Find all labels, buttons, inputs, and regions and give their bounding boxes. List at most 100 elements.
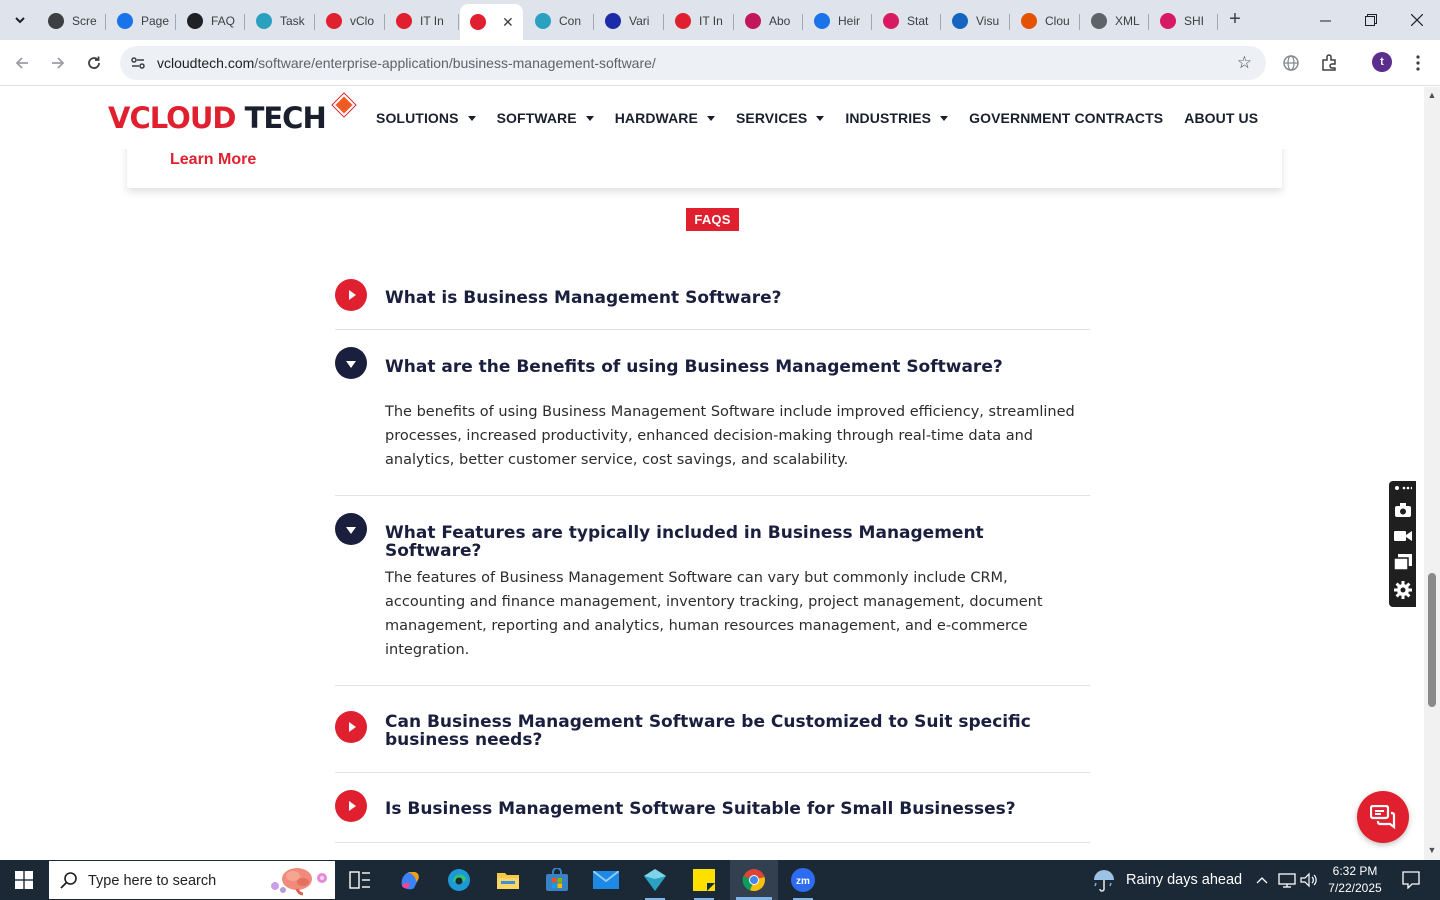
camera-icon[interactable] bbox=[1392, 499, 1413, 520]
browser-tab[interactable]: Page bbox=[107, 6, 176, 36]
cube-app-icon bbox=[644, 869, 666, 891]
page-scrollbar[interactable]: ▲ ▼ bbox=[1424, 87, 1440, 860]
nav-item-software[interactable]: SOFTWARE bbox=[497, 110, 594, 126]
browser-tab-label: IT In bbox=[420, 14, 444, 28]
new-tab-button[interactable]: + bbox=[1224, 8, 1246, 30]
faq-toggle-button[interactable] bbox=[335, 711, 367, 743]
taskbar-search-box[interactable]: Type here to search bbox=[49, 861, 335, 899]
vcloud-diamond-icon bbox=[745, 13, 761, 29]
browser-tab[interactable]: Stat bbox=[873, 6, 941, 36]
nav-item-label: HARDWARE bbox=[614, 110, 698, 126]
nav-item-government-contracts[interactable]: GOVERNMENT CONTRACTS bbox=[969, 110, 1163, 126]
taskbar-zoom[interactable]: zm bbox=[779, 860, 827, 900]
video-camera-icon[interactable] bbox=[1392, 525, 1413, 546]
faq-question[interactable]: Can Business Management Software be Cust… bbox=[385, 713, 1085, 749]
taskbar-store[interactable] bbox=[533, 860, 581, 900]
nav-item-label: SOFTWARE bbox=[496, 110, 577, 126]
tab-separator bbox=[802, 14, 803, 30]
browser-tab[interactable]: IT In bbox=[386, 6, 459, 36]
browser-tab[interactable]: Abo bbox=[735, 6, 803, 36]
browser-tab[interactable]: XML bbox=[1081, 6, 1149, 36]
profile-avatar[interactable]: t bbox=[1372, 52, 1392, 72]
close-tab-icon[interactable]: ✕ bbox=[502, 14, 514, 31]
taskbar-edge[interactable] bbox=[435, 860, 483, 900]
browser-tab[interactable]: vClo bbox=[316, 6, 385, 36]
browser-tab[interactable]: FAQ bbox=[177, 6, 245, 36]
minimize-button[interactable] bbox=[1302, 0, 1348, 40]
tab-search-button[interactable] bbox=[8, 8, 32, 32]
restore-button[interactable] bbox=[1348, 0, 1394, 40]
caret-down-icon bbox=[940, 115, 949, 121]
search-placeholder: Type here to search bbox=[88, 873, 217, 889]
nav-item-solutions[interactable]: SOLUTIONS bbox=[376, 110, 476, 126]
faq-question[interactable]: What is Business Management Software? bbox=[385, 289, 1085, 307]
address-bar[interactable]: vcloudtech.com/software/enterprise-appli… bbox=[120, 46, 1266, 80]
browser-tab[interactable]: Scre bbox=[38, 6, 106, 36]
taskbar-copilot[interactable] bbox=[386, 860, 434, 900]
learn-more-link[interactable]: Learn More bbox=[170, 151, 256, 169]
nav-item-hardware[interactable]: HARDWARE bbox=[615, 110, 715, 126]
browser-tab[interactable]: Visu bbox=[942, 6, 1010, 36]
forward-button[interactable] bbox=[46, 51, 70, 75]
browser-tab[interactable]: Heir bbox=[804, 6, 872, 36]
faq-toggle-button[interactable] bbox=[335, 790, 367, 822]
browser-tab[interactable]: ✕ bbox=[460, 4, 523, 40]
gear-icon[interactable] bbox=[1392, 579, 1413, 600]
close-window-button[interactable] bbox=[1394, 0, 1440, 40]
browser-tab-label: SHI bbox=[1184, 14, 1205, 28]
back-button[interactable] bbox=[10, 51, 34, 75]
browser-tab[interactable]: IT In bbox=[665, 6, 734, 36]
faq-question[interactable]: What Features are typically included in … bbox=[385, 524, 1085, 560]
scroll-up-arrow-icon[interactable]: ▲ bbox=[1427, 90, 1437, 100]
bookmark-star-icon[interactable]: ☆ bbox=[1237, 53, 1252, 73]
nav-item-about-us[interactable]: ABOUT US bbox=[1184, 110, 1258, 126]
faq-toggle-button[interactable] bbox=[335, 279, 367, 311]
task-view-button[interactable] bbox=[336, 860, 384, 900]
taskbar-chrome[interactable] bbox=[730, 860, 778, 900]
taskbar-file-explorer[interactable] bbox=[484, 860, 532, 900]
weather-widget[interactable]: Rainy days ahead bbox=[1092, 860, 1242, 900]
widget-more-icon[interactable] bbox=[1392, 482, 1413, 494]
tray-overflow-button[interactable] bbox=[1252, 860, 1272, 900]
store-icon bbox=[546, 868, 568, 891]
extensions-button[interactable] bbox=[1318, 52, 1340, 74]
live-chat-button[interactable] bbox=[1357, 791, 1409, 843]
taskbar-clock[interactable]: 6:32 PM 7/22/2025 bbox=[1316, 863, 1394, 897]
taskbar-mail[interactable] bbox=[582, 860, 630, 900]
vcloud-tech-logo[interactable]: VCLOUD TECH bbox=[108, 93, 358, 141]
caret-down-icon bbox=[816, 115, 825, 121]
umbrella-rain-icon bbox=[1094, 870, 1114, 892]
caret-down-icon bbox=[467, 115, 476, 121]
browser-menu-button[interactable] bbox=[1407, 52, 1429, 74]
translate-icon[interactable] bbox=[1280, 52, 1302, 74]
browser-tab[interactable]: Task bbox=[246, 6, 315, 36]
site-settings-icon[interactable] bbox=[130, 55, 146, 71]
notification-icon bbox=[1402, 871, 1420, 889]
reload-button[interactable] bbox=[82, 51, 106, 75]
scrollbar-thumb[interactable] bbox=[1428, 573, 1436, 707]
browser-tab[interactable]: Con bbox=[525, 6, 594, 36]
faq-question[interactable]: Is Business Management Software Suitable… bbox=[385, 800, 1085, 818]
scroll-down-arrow-icon[interactable]: ▼ bbox=[1427, 845, 1437, 855]
faq-question[interactable]: What are the Benefits of using Business … bbox=[385, 358, 1085, 376]
taskbar-app-diamond[interactable] bbox=[631, 860, 679, 900]
taskbar-sticky-notes[interactable] bbox=[680, 860, 728, 900]
faq-toggle-button[interactable] bbox=[335, 513, 367, 545]
nav-item-label: GOVERNMENT CONTRACTS bbox=[969, 110, 1164, 126]
gallery-icon[interactable] bbox=[1392, 551, 1413, 572]
browser-tab[interactable]: Vari bbox=[595, 6, 664, 36]
caret-down-icon bbox=[346, 526, 356, 534]
notification-center-button[interactable] bbox=[1396, 860, 1426, 900]
nav-item-industries[interactable]: INDUSTRIES bbox=[845, 110, 949, 126]
browser-tab[interactable]: Clou bbox=[1011, 6, 1080, 36]
browser-tab-bar: Scre Page FAQ Task vClo IT In ✕ Con Vari IT In Abo… bbox=[0, 0, 1440, 40]
network-button[interactable] bbox=[1276, 860, 1298, 900]
browser-tab[interactable]: SHI bbox=[1150, 6, 1218, 36]
vcloud-diamond-icon bbox=[675, 13, 691, 29]
nav-item-label: INDUSTRIES bbox=[845, 110, 932, 126]
start-button[interactable] bbox=[0, 860, 48, 900]
nav-item-services[interactable]: SERVICES bbox=[736, 110, 825, 126]
play-arrow-icon bbox=[348, 290, 356, 300]
browser-tab-label: FAQ bbox=[211, 14, 236, 28]
faq-toggle-button[interactable] bbox=[335, 347, 367, 379]
